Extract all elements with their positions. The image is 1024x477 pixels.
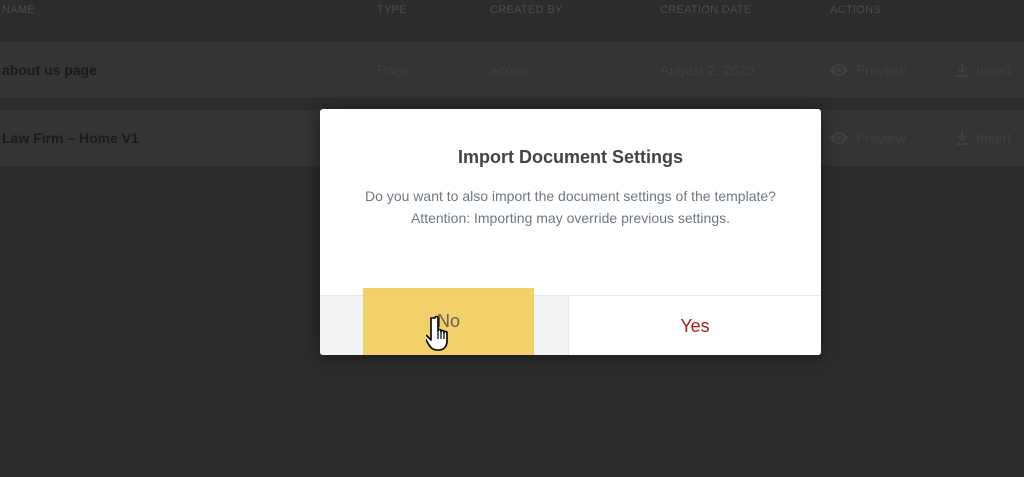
row-1-date: August 2, 2020 [660, 62, 755, 78]
row-1-created-by: admin [490, 62, 529, 78]
preview-label: Preview [856, 130, 906, 146]
row-2-preview-button[interactable]: Preview [830, 130, 906, 146]
eye-icon [830, 132, 848, 144]
header-created-by: CREATED BY [490, 4, 563, 16]
hand-pointer-icon [426, 315, 448, 351]
eye-icon [830, 64, 848, 76]
row-2-insert-button[interactable]: Insert [956, 130, 1011, 146]
dialog-message-line-1: Do you want to also import the document … [365, 188, 776, 204]
header-type: TYPE [377, 4, 407, 16]
dialog-message-line-2: Attention: Importing may override previo… [410, 210, 731, 226]
preview-label: Preview [856, 62, 906, 78]
header-actions: ACTIONS [830, 4, 881, 16]
download-icon [956, 131, 968, 145]
insert-label: Insert [976, 62, 1012, 78]
dialog-message: Do you want to also import the document … [360, 185, 781, 229]
download-icon [956, 63, 968, 77]
yes-button[interactable]: Yes [569, 296, 821, 355]
insert-label: Insert [976, 130, 1012, 146]
header-creation-date: CREATION DATE [660, 4, 752, 16]
row-2-name[interactable]: Law Firm – Home V1 [2, 130, 139, 146]
row-1-type: Page [377, 62, 410, 78]
dialog-title: Import Document Settings [457, 147, 683, 167]
row-1-name[interactable]: about us page [2, 62, 97, 78]
row-1-insert-button[interactable]: Insert [956, 62, 1011, 78]
row-1-preview-button[interactable]: Preview [830, 62, 906, 78]
header-name: NAME [2, 4, 35, 16]
